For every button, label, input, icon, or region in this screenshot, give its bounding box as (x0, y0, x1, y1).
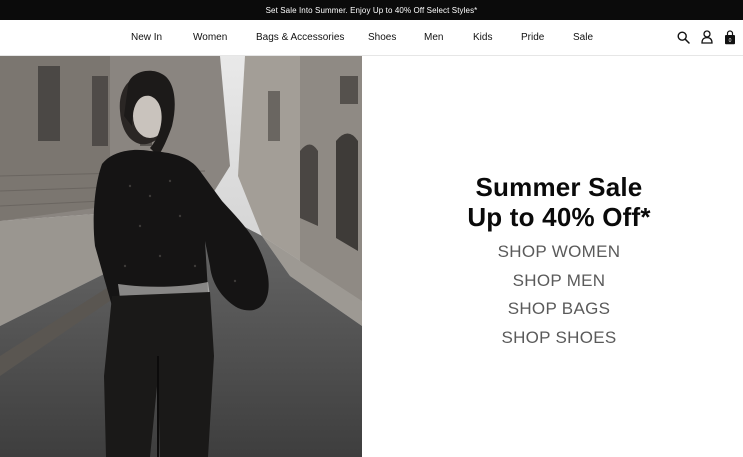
nav-item-men[interactable]: Men (424, 32, 443, 43)
nav-item-bags-accessories[interactable]: Bags & Accessories (256, 32, 344, 43)
hero-headline-line-1: Summer Sale (475, 172, 643, 202)
hero-image[interactable] (0, 56, 362, 457)
account-icon[interactable] (699, 29, 714, 45)
shop-women-link[interactable]: SHOP WOMEN (395, 238, 723, 267)
hero-promo: Summer Sale Up to 40% Off* SHOP WOMEN SH… (395, 172, 723, 352)
search-icon[interactable] (676, 29, 691, 45)
nav-item-sale[interactable]: Sale (573, 32, 593, 43)
nav-item-shoes[interactable]: Shoes (368, 32, 396, 43)
shop-shoes-link[interactable]: SHOP SHOES (395, 324, 723, 353)
shop-men-link[interactable]: SHOP MEN (395, 267, 723, 296)
shop-links: SHOP WOMEN SHOP MEN SHOP BAGS SHOP SHOES (395, 238, 723, 352)
bag-count-badge: 0 (728, 38, 731, 44)
nav-item-new-in[interactable]: New In (131, 32, 162, 43)
main-navigation: New In Women Bags & Accessories Shoes Me… (0, 20, 743, 56)
hero-headline: Summer Sale Up to 40% Off* (395, 172, 723, 232)
shopping-bag-icon[interactable]: 0 (722, 29, 737, 45)
shop-bags-link[interactable]: SHOP BAGS (395, 295, 723, 324)
hero-headline-line-2: Up to 40% Off* (467, 202, 651, 232)
promo-banner-text[interactable]: Set Sale Into Summer. Enjoy Up to 40% Of… (266, 6, 478, 15)
nav-item-women[interactable]: Women (193, 32, 227, 43)
nav-item-pride[interactable]: Pride (521, 32, 544, 43)
header-icons: 0 (676, 29, 737, 45)
promo-banner: Set Sale Into Summer. Enjoy Up to 40% Of… (0, 0, 743, 20)
nav-item-kids[interactable]: Kids (473, 32, 492, 43)
